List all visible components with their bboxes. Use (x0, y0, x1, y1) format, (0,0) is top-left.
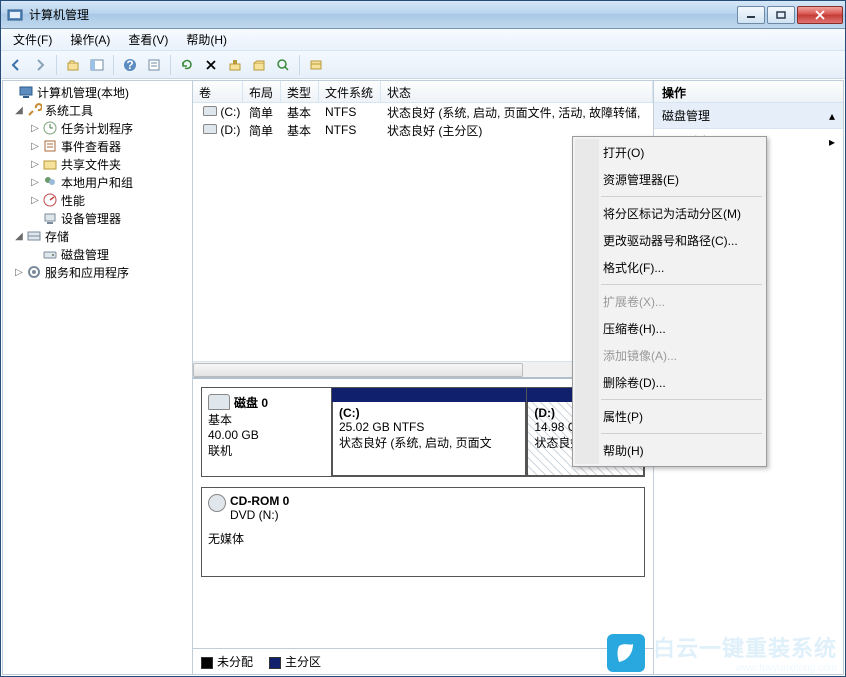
collapse-icon[interactable]: ◢ (13, 105, 25, 116)
properties-button[interactable] (143, 54, 165, 76)
context-menu: 打开(O) 资源管理器(E) 将分区标记为活动分区(M) 更改驱动器号和路径(C… (572, 136, 767, 467)
tree-sharedfolders[interactable]: ▷共享文件夹 (3, 155, 192, 173)
tree-root[interactable]: 计算机管理(本地) (3, 83, 192, 101)
performance-icon (42, 192, 58, 208)
close-button[interactable] (797, 6, 843, 24)
ctx-extend: 扩展卷(X)... (575, 288, 764, 315)
ctx-format[interactable]: 格式化(F)... (575, 254, 764, 281)
actions-header: 操作 (654, 81, 843, 103)
legend-primary-swatch (269, 657, 281, 669)
delete-icon[interactable] (200, 54, 222, 76)
disk-icon (42, 246, 58, 262)
tools-icon (26, 102, 42, 118)
partition-header (332, 388, 526, 402)
cdrom-row[interactable]: CD-ROM 0 DVD (N:) 无媒体 (201, 487, 645, 577)
drive-icon (203, 124, 217, 134)
computer-icon (18, 84, 34, 100)
minimize-button[interactable] (737, 6, 765, 24)
col-fs[interactable]: 文件系统 (319, 81, 381, 102)
tree-eventviewer[interactable]: ▷事件查看器 (3, 137, 192, 155)
forward-button[interactable] (29, 54, 51, 76)
app-icon (7, 7, 23, 23)
ctx-add-mirror: 添加镜像(A)... (575, 342, 764, 369)
ctx-change-letter[interactable]: 更改驱动器号和路径(C)... (575, 227, 764, 254)
actions-section[interactable]: 磁盘管理 ▴ (654, 103, 843, 129)
settings-icon[interactable] (224, 54, 246, 76)
expand-icon[interactable]: ▷ (29, 177, 41, 188)
back-button[interactable] (5, 54, 27, 76)
event-icon (42, 138, 58, 154)
tree-services[interactable]: ▷服务和应用程序 (3, 263, 192, 281)
folder-shared-icon (42, 156, 58, 172)
volume-list-header: 卷 布局 类型 文件系统 状态 (193, 81, 653, 103)
legend: 未分配 主分区 (193, 648, 653, 674)
storage-icon (26, 228, 42, 244)
ctx-properties[interactable]: 属性(P) (575, 403, 764, 430)
tree-taskscheduler[interactable]: ▷任务计划程序 (3, 119, 192, 137)
cdrom-icon (208, 494, 226, 512)
expand-icon[interactable]: ▷ (29, 195, 41, 206)
chevron-right-icon: ▸ (829, 135, 835, 149)
tree-diskmgmt[interactable]: 磁盘管理 (3, 245, 192, 263)
up-button[interactable] (62, 54, 84, 76)
refresh-button[interactable] (176, 54, 198, 76)
toolbar: ? (1, 51, 845, 79)
ctx-delete-volume[interactable]: 删除卷(D)... (575, 369, 764, 396)
svg-text:?: ? (126, 58, 133, 72)
collapse-icon[interactable]: ◢ (13, 231, 25, 242)
list-item[interactable]: (C:) 简单 基本 NTFS 状态良好 (系统, 启动, 页面文件, 活动, … (193, 103, 653, 121)
help-button[interactable]: ? (119, 54, 141, 76)
partition-c[interactable]: (C:) 25.02 GB NTFS 状态良好 (系统, 启动, 页面文 (332, 388, 526, 476)
legend-unallocated-swatch (201, 657, 213, 669)
ctx-shrink[interactable]: 压缩卷(H)... (575, 315, 764, 342)
window-root: 计算机管理 文件(F) 操作(A) 查看(V) 帮助(H) ? 计算机管理(本地… (0, 0, 846, 677)
menu-file[interactable]: 文件(F) (5, 29, 60, 50)
menu-view[interactable]: 查看(V) (120, 29, 176, 50)
ctx-open[interactable]: 打开(O) (575, 139, 764, 166)
col-volume[interactable]: 卷 (193, 81, 243, 102)
tree-root-label: 计算机管理(本地) (37, 84, 129, 101)
tree-devmgr[interactable]: 设备管理器 (3, 209, 192, 227)
open-icon[interactable] (248, 54, 270, 76)
cdrom-header[interactable]: CD-ROM 0 DVD (N:) 无媒体 (202, 488, 332, 576)
titlebar[interactable]: 计算机管理 (1, 1, 845, 29)
tree-systools[interactable]: ◢系统工具 (3, 101, 192, 119)
col-status[interactable]: 状态 (381, 81, 653, 102)
expand-icon[interactable]: ▷ (29, 123, 41, 134)
maximize-button[interactable] (767, 6, 795, 24)
chevron-up-icon[interactable]: ▴ (829, 109, 835, 123)
col-type[interactable]: 类型 (281, 81, 319, 102)
device-icon (42, 210, 58, 226)
ctx-explorer[interactable]: 资源管理器(E) (575, 166, 764, 193)
window-title: 计算机管理 (29, 6, 735, 23)
show-hide-tree-button[interactable] (86, 54, 108, 76)
tree-performance[interactable]: ▷性能 (3, 191, 192, 209)
services-icon (26, 264, 42, 280)
menu-action[interactable]: 操作(A) (62, 29, 118, 50)
expand-icon[interactable]: ▷ (13, 267, 25, 278)
col-layout[interactable]: 布局 (243, 81, 281, 102)
expand-icon[interactable]: ▷ (29, 141, 41, 152)
tree-localusers[interactable]: ▷本地用户和组 (3, 173, 192, 191)
expand-icon[interactable]: ▷ (29, 159, 41, 170)
menubar: 文件(F) 操作(A) 查看(V) 帮助(H) (1, 29, 845, 51)
find-icon[interactable] (272, 54, 294, 76)
ctx-mark-active[interactable]: 将分区标记为活动分区(M) (575, 200, 764, 227)
scrollbar-thumb[interactable] (193, 363, 523, 377)
disk-header[interactable]: 磁盘 0 基本 40.00 GB 联机 (202, 388, 332, 476)
disk-icon (208, 394, 230, 410)
ctx-help[interactable]: 帮助(H) (575, 437, 764, 464)
drive-icon (203, 106, 217, 116)
list-view-icon[interactable] (305, 54, 327, 76)
tree-pane[interactable]: 计算机管理(本地) ◢系统工具 ▷任务计划程序 ▷事件查看器 ▷共享文件夹 ▷本… (2, 80, 192, 675)
menu-help[interactable]: 帮助(H) (178, 29, 235, 50)
users-icon (42, 174, 58, 190)
clock-icon (42, 120, 58, 136)
tree-storage[interactable]: ◢存储 (3, 227, 192, 245)
